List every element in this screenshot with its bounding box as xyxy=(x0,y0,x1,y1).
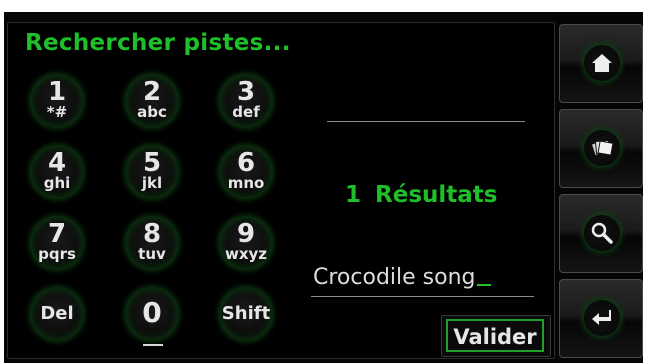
photos-button[interactable] xyxy=(559,109,643,188)
key-4[interactable]: 4 ghi xyxy=(30,145,84,199)
key-letters: def xyxy=(232,103,260,121)
key-letters: mno xyxy=(227,174,265,192)
key-digit: 9 xyxy=(236,219,256,249)
key-5[interactable]: 5 jkl xyxy=(125,145,179,199)
key-label: Shift xyxy=(221,303,271,324)
key-9[interactable]: 9 wxyz xyxy=(219,216,273,270)
search-input-underline xyxy=(311,296,534,297)
key-1[interactable]: 1 *# xyxy=(30,74,84,128)
home-button[interactable] xyxy=(559,24,643,103)
key-letters: abc xyxy=(137,103,167,121)
key-2[interactable]: 2 abc xyxy=(125,74,179,128)
key-digit: 7 xyxy=(47,219,67,249)
key-letters: *# xyxy=(46,103,68,121)
search-button[interactable] xyxy=(559,194,643,273)
enter-button[interactable] xyxy=(559,279,643,358)
search-input-value: Crocodile song xyxy=(313,265,476,290)
photos-icon xyxy=(584,130,620,166)
search-input[interactable]: Crocodile song xyxy=(313,265,533,290)
enter-icon xyxy=(584,300,620,336)
shift-button[interactable]: Shift xyxy=(219,287,273,341)
home-icon xyxy=(584,45,620,81)
key-letters: pqrs xyxy=(38,245,76,263)
key-letters: tuv xyxy=(138,245,166,263)
key-0[interactable]: 0 xyxy=(125,287,179,341)
space-indicator xyxy=(143,344,163,346)
key-digit: 3 xyxy=(236,77,256,107)
results-count: 1 Résultats xyxy=(345,182,497,208)
key-digit: 4 xyxy=(47,148,67,178)
key-digit: 5 xyxy=(142,148,162,178)
key-digit: 0 xyxy=(142,296,162,329)
text-cursor xyxy=(476,284,491,286)
key-8[interactable]: 8 tuv xyxy=(125,216,179,270)
key-digit: 2 xyxy=(142,77,162,107)
key-letters: jkl xyxy=(141,174,163,192)
key-6[interactable]: 6 mno xyxy=(219,145,273,199)
key-7[interactable]: 7 pqrs xyxy=(30,216,84,270)
del-button[interactable]: Del xyxy=(30,287,84,341)
validate-button[interactable]: Valider xyxy=(446,319,544,352)
key-letters: wxyz xyxy=(224,245,268,263)
key-digit: 8 xyxy=(142,219,162,249)
key-digit: 6 xyxy=(236,148,256,178)
key-label: Del xyxy=(40,303,74,324)
key-3[interactable]: 3 def xyxy=(219,74,273,128)
page-title: Rechercher pistes... xyxy=(25,30,291,56)
results-number: 1 xyxy=(345,182,362,208)
key-digit: 1 xyxy=(47,77,67,107)
key-letters: ghi xyxy=(43,174,71,192)
search-icon xyxy=(584,215,620,251)
divider xyxy=(327,121,525,122)
results-label: Résultats xyxy=(375,182,498,208)
